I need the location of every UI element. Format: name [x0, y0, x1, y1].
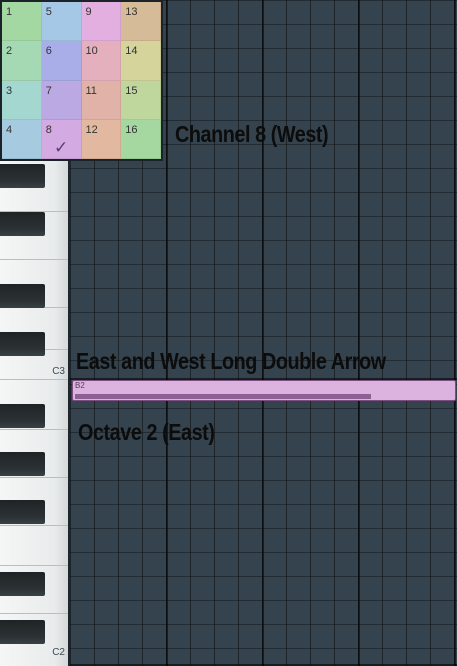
channel-number: 4 — [6, 123, 13, 136]
channel-number: 2 — [6, 45, 13, 58]
channel-cell-16[interactable]: 16 — [121, 119, 161, 159]
channel-number: 10 — [85, 45, 98, 58]
piano-keyboard[interactable]: C3 C2 — [0, 160, 70, 666]
channel-number: 6 — [45, 45, 52, 58]
channel-cell-1[interactable]: 1 — [2, 2, 42, 42]
channel-number: 12 — [85, 123, 98, 136]
channel-cell-13[interactable]: 13 — [121, 2, 161, 42]
channel-number: 1 — [6, 6, 13, 18]
callout-arrow: East and West Long Double Arrow — [76, 348, 386, 374]
channel-cell-5[interactable]: 5 — [41, 2, 82, 42]
note-label: B2 — [75, 381, 85, 390]
bar-line — [454, 0, 456, 666]
channel-number: 16 — [125, 123, 138, 136]
channel-cell-4[interactable]: 4 — [2, 119, 42, 159]
key-label-c3: C3 — [52, 366, 65, 377]
channel-cell-3[interactable]: 3 — [2, 80, 42, 120]
black-key[interactable] — [0, 164, 45, 188]
black-key[interactable] — [0, 452, 45, 476]
bar-line — [262, 0, 264, 666]
black-key[interactable] — [0, 572, 45, 596]
channel-cell-6[interactable]: 6 — [41, 41, 82, 81]
channel-number: 13 — [125, 6, 138, 18]
channel-cell-11[interactable]: 11 — [81, 80, 122, 120]
channel-number: 11 — [85, 84, 97, 97]
channel-number: 9 — [85, 6, 92, 18]
note-velocity-bar — [75, 394, 371, 399]
channel-number: 5 — [45, 6, 52, 18]
black-key[interactable] — [0, 332, 45, 356]
channel-cell-15[interactable]: 15 — [121, 80, 161, 120]
channel-cell-7[interactable]: 7 — [41, 80, 82, 120]
channel-grid[interactable]: 1 5 9 13 2 6 10 14 3 7 11 15 4 8 ✓ 12 16 — [0, 0, 163, 161]
bar-line — [358, 0, 360, 666]
channel-cell-9[interactable]: 9 — [81, 2, 122, 42]
channel-cell-2[interactable]: 2 — [2, 41, 42, 81]
checkmark-icon: ✓ — [54, 138, 69, 157]
callout-channel: Channel 8 (West) — [175, 121, 329, 147]
black-key[interactable] — [0, 404, 45, 428]
black-key[interactable] — [0, 284, 45, 308]
bar-line — [166, 0, 168, 666]
channel-number: 8 — [45, 123, 52, 136]
callout-octave: Octave 2 (East) — [78, 419, 215, 445]
channel-number: 14 — [125, 45, 138, 58]
channel-cell-12[interactable]: 12 — [81, 119, 122, 159]
note-b2[interactable]: B2 — [72, 380, 456, 401]
channel-cell-8[interactable]: 8 ✓ — [41, 119, 82, 159]
channel-number: 3 — [6, 84, 13, 97]
black-key[interactable] — [0, 212, 45, 236]
channel-cell-10[interactable]: 10 — [81, 41, 122, 81]
black-key[interactable] — [0, 620, 45, 644]
channel-number: 15 — [125, 84, 138, 97]
channel-number: 7 — [45, 84, 52, 97]
channel-cell-14[interactable]: 14 — [121, 41, 161, 81]
white-key[interactable] — [0, 526, 68, 566]
key-label-c2: C2 — [52, 647, 65, 658]
black-key[interactable] — [0, 500, 45, 524]
